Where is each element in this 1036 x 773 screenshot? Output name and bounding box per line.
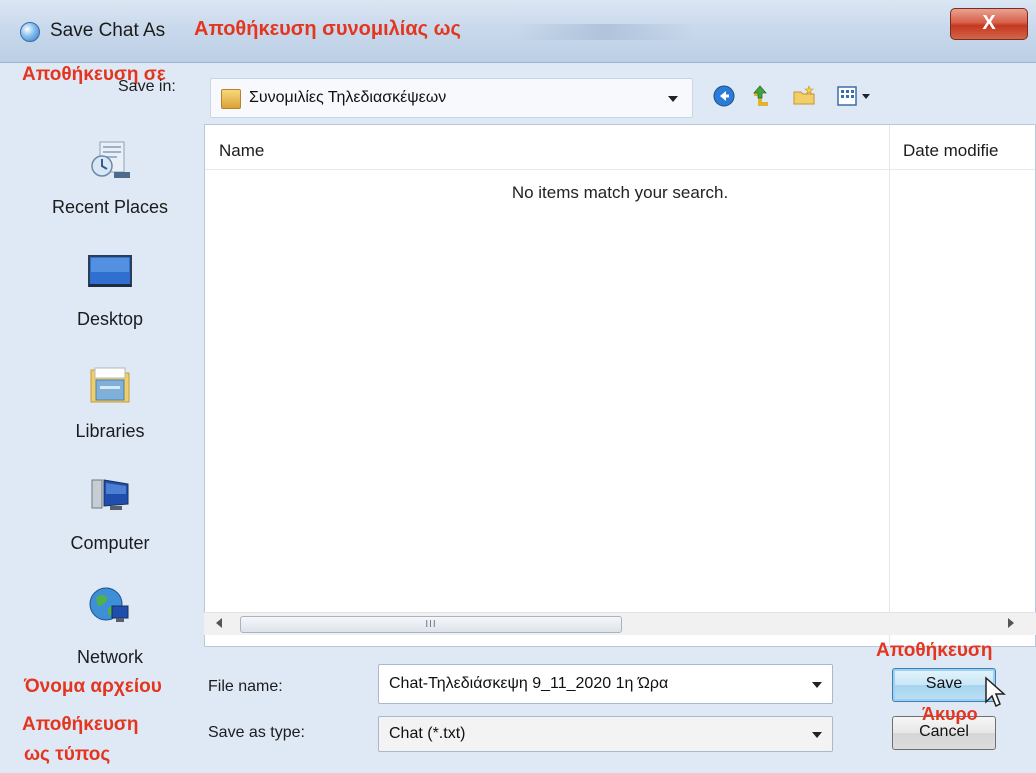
place-label: Libraries (75, 421, 145, 441)
scroll-left-icon[interactable] (216, 618, 222, 628)
save-as-type-value: Chat (*.txt) (389, 725, 466, 742)
place-network[interactable]: Network (20, 584, 200, 668)
save-in-dropdown[interactable]: Συνομιλίες Τηλεδιασκέψεων (210, 78, 693, 118)
place-recent-places[interactable]: Recent Places (20, 138, 200, 218)
computer-icon (91, 479, 129, 510)
save-annotation: Αποθήκευση (876, 640, 993, 661)
file-name-input[interactable]: Chat-Τηλεδιάσκεψη 9_11_2020 1η Ώρα (378, 664, 833, 704)
title-bar: Save Chat As Αποθήκευση συνομιλίας ως X (0, 0, 1036, 63)
place-label: Network (76, 647, 143, 667)
app-icon (20, 22, 40, 42)
file-list[interactable]: Name Date modifie No items match your se… (204, 124, 1036, 690)
place-label: Recent Places (51, 197, 169, 217)
save-as-type-annotation: Αποθήκευση (22, 714, 139, 735)
save-in-value: Συνομιλίες Τηλεδιασκέψεων (249, 89, 447, 106)
view-menu-icon[interactable] (836, 84, 876, 108)
file-name-annotation: Όνομα αρχείου (24, 676, 162, 697)
save-as-type-dropdown[interactable]: Chat (*.txt) (378, 716, 833, 752)
title-annotation: Αποθήκευση συνομιλίας ως (194, 18, 461, 40)
scrollbar-grip: III (425, 619, 437, 630)
desktop-icon (88, 255, 132, 287)
file-name-value: Chat-Τηλεδιάσκεψη 9_11_2020 1η Ώρα (389, 675, 669, 692)
horizontal-scrollbar[interactable]: III (204, 612, 1036, 635)
file-name-label: File name: (208, 678, 283, 695)
chevron-down-icon[interactable] (668, 96, 678, 102)
column-header-row: Name Date modifie (205, 125, 1035, 170)
cancel-annotation: Άκυρο (922, 704, 978, 724)
libraries-icon (90, 367, 130, 403)
folder-icon (221, 89, 241, 109)
place-desktop[interactable]: Desktop (20, 250, 200, 330)
save-as-type-annotation-line2: ως τύπος (24, 744, 111, 765)
close-button[interactable]: X (950, 8, 1028, 40)
column-header-name[interactable]: Name (219, 141, 264, 161)
save-button[interactable]: Save (892, 668, 996, 702)
column-divider[interactable] (889, 125, 890, 169)
place-label: Computer (70, 533, 150, 553)
places-bar: Recent Places Desktop Libraries Computer (20, 124, 200, 667)
network-icon (89, 587, 129, 622)
chevron-down-icon[interactable] (812, 732, 822, 738)
place-label: Desktop (76, 309, 144, 329)
place-libraries[interactable]: Libraries (20, 362, 200, 442)
column-header-date-modified[interactable]: Date modifie (903, 141, 998, 161)
empty-list-message: No items match your search. (511, 183, 729, 202)
recent-places-icon (91, 141, 130, 178)
scrollbar-thumb[interactable]: III (240, 616, 622, 633)
new-folder-icon[interactable] (792, 84, 816, 108)
save-as-type-label: Save as type: (208, 724, 305, 741)
place-computer[interactable]: Computer (20, 474, 200, 554)
scroll-right-icon[interactable] (1008, 618, 1014, 628)
window-title: Save Chat As (50, 20, 166, 41)
blurred-title-text (515, 24, 695, 40)
back-icon[interactable] (712, 84, 736, 108)
save-in-label: Save in: (118, 78, 176, 95)
chevron-down-icon[interactable] (812, 682, 822, 688)
mouse-cursor-icon (985, 676, 1006, 708)
up-folder-icon[interactable] (750, 84, 774, 108)
